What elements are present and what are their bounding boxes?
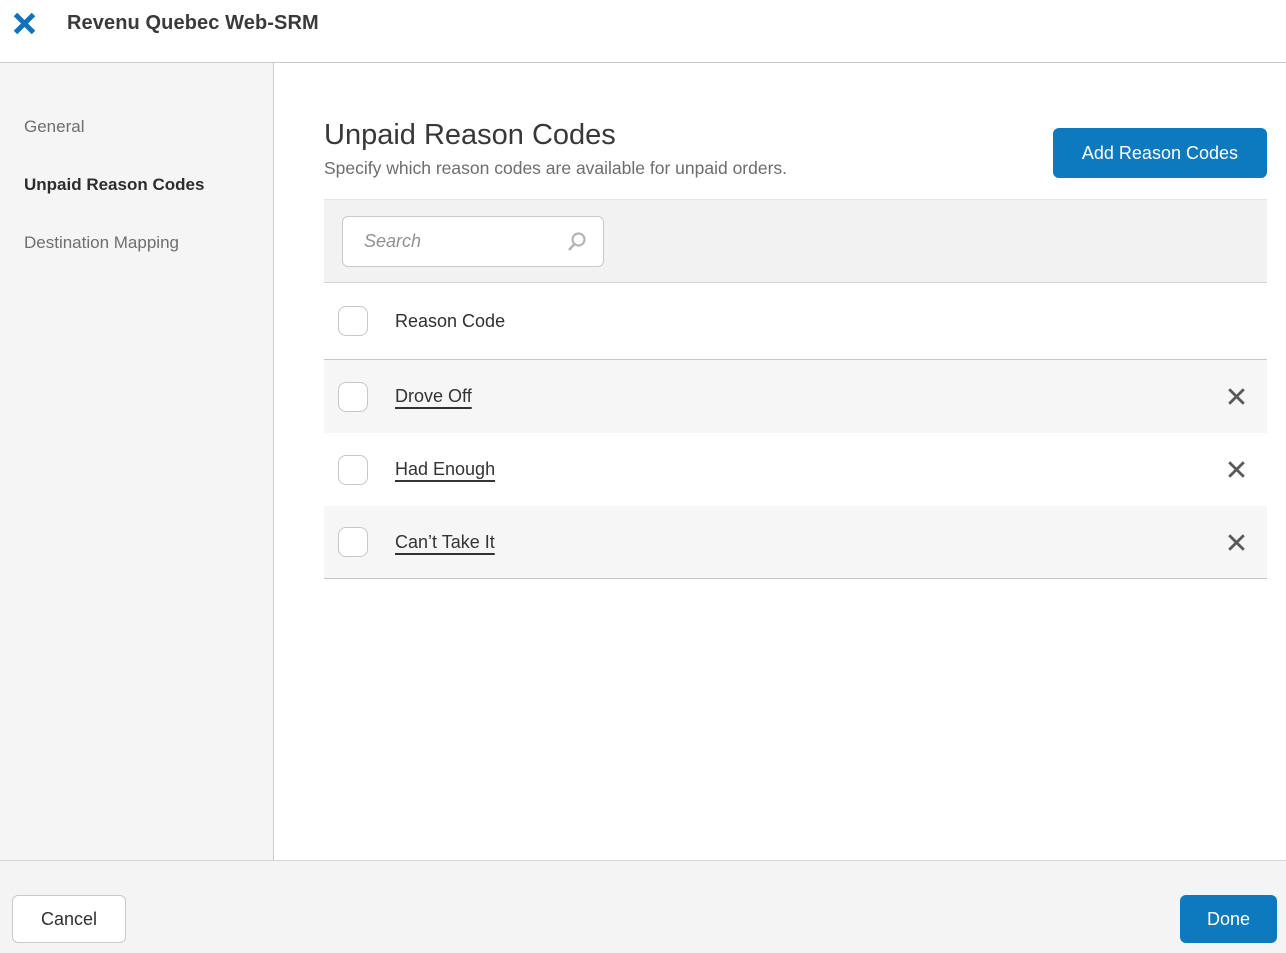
- add-reason-codes-button[interactable]: Add Reason Codes: [1053, 128, 1267, 178]
- sidebar-item-general[interactable]: General: [0, 98, 273, 156]
- reason-codes-table: Reason Code Drove Off Had: [324, 283, 1267, 579]
- sidebar-item-unpaid-reason-codes[interactable]: Unpaid Reason Codes: [0, 156, 273, 214]
- reason-code-link[interactable]: Can’t Take It: [395, 532, 495, 553]
- table-row: Can’t Take It: [324, 506, 1267, 579]
- row-checkbox[interactable]: [338, 455, 368, 485]
- reason-code-link[interactable]: Drove Off: [395, 386, 472, 407]
- column-header-reason-code: Reason Code: [395, 311, 505, 332]
- delete-row-button[interactable]: [1221, 527, 1251, 557]
- page-title: Unpaid Reason Codes: [324, 119, 787, 152]
- delete-icon: [1224, 384, 1249, 409]
- main-content: Unpaid Reason Codes Specify which reason…: [274, 63, 1286, 860]
- page-header: Unpaid Reason Codes Specify which reason…: [324, 119, 1267, 179]
- row-checkbox[interactable]: [338, 527, 368, 557]
- page-header-text: Unpaid Reason Codes Specify which reason…: [324, 119, 787, 179]
- search-input[interactable]: [342, 216, 604, 267]
- window-title: Revenu Quebec Web-SRM: [67, 12, 319, 35]
- delete-icon: [1224, 457, 1249, 482]
- sidebar: General Unpaid Reason Codes Destination …: [0, 63, 274, 860]
- sidebar-item-destination-mapping[interactable]: Destination Mapping: [0, 214, 273, 272]
- row-checkbox[interactable]: [338, 382, 368, 412]
- delete-row-button[interactable]: [1221, 382, 1251, 412]
- table-row: Had Enough: [324, 433, 1267, 506]
- select-all-checkbox[interactable]: [338, 306, 368, 336]
- done-button[interactable]: Done: [1180, 895, 1277, 943]
- page-subtitle: Specify which reason codes are available…: [324, 158, 787, 179]
- table-header-row: Reason Code: [324, 283, 1267, 360]
- search-box: [342, 216, 604, 267]
- modal-body: General Unpaid Reason Codes Destination …: [0, 63, 1286, 860]
- delete-row-button[interactable]: [1221, 455, 1251, 485]
- cancel-button[interactable]: Cancel: [12, 895, 126, 943]
- settings-modal: Revenu Quebec Web-SRM General Unpaid Rea…: [0, 0, 1286, 953]
- titlebar: Revenu Quebec Web-SRM: [0, 0, 1286, 63]
- search-toolbar: [324, 199, 1267, 283]
- delete-icon: [1224, 530, 1249, 555]
- modal-footer: Cancel Done: [0, 860, 1286, 953]
- table-row: Drove Off: [324, 360, 1267, 433]
- close-icon: [11, 10, 38, 37]
- close-button[interactable]: [10, 9, 38, 37]
- reason-code-link[interactable]: Had Enough: [395, 459, 495, 480]
